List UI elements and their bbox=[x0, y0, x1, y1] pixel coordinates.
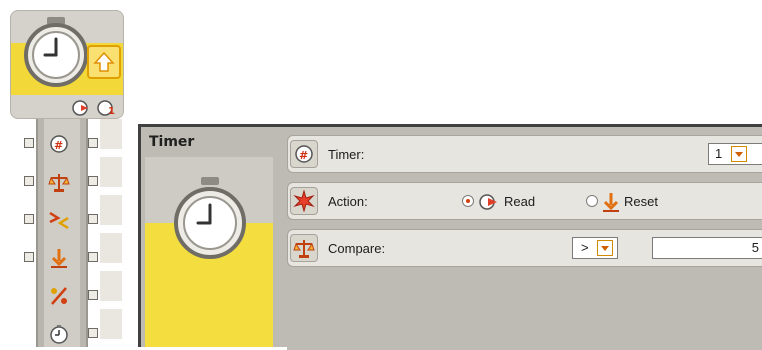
compare-scale-icon bbox=[290, 234, 318, 262]
timer-value: 1 bbox=[715, 146, 723, 161]
stopwatch-icon bbox=[174, 177, 246, 259]
timer-value-icon bbox=[50, 325, 68, 344]
block-bottom-icons: 1 bbox=[72, 100, 115, 117]
output-plug[interactable] bbox=[88, 138, 98, 148]
svg-text:1: 1 bbox=[108, 106, 115, 117]
plug-row-timer[interactable]: # bbox=[16, 129, 120, 159]
output-plug[interactable] bbox=[88, 176, 98, 186]
operator-dropdown-button[interactable] bbox=[597, 240, 613, 256]
timer-config-panel: Timer # Timer: 1 Action: Read Reset Comp… bbox=[138, 124, 762, 350]
plug-row-reset[interactable] bbox=[16, 243, 120, 273]
timer-read-icon bbox=[72, 100, 88, 116]
compare-scale-icon bbox=[48, 174, 70, 192]
block-preview bbox=[145, 157, 281, 347]
output-plug[interactable] bbox=[88, 328, 98, 338]
input-plug[interactable] bbox=[24, 214, 34, 224]
input-plug[interactable] bbox=[24, 176, 34, 186]
timer-sensor-block[interactable]: 1 bbox=[10, 10, 124, 119]
input-plug[interactable] bbox=[24, 138, 34, 148]
compare-setting-row: Compare: > 5 bbox=[287, 229, 762, 267]
compare-value: 5 bbox=[751, 240, 759, 255]
compare-operator-value: > bbox=[581, 240, 589, 255]
reset-radio[interactable] bbox=[586, 195, 598, 207]
action-label: Action: bbox=[328, 194, 368, 209]
plug-row-logic[interactable] bbox=[16, 281, 120, 311]
timer-dropdown-button[interactable] bbox=[731, 146, 747, 162]
output-plug[interactable] bbox=[88, 290, 98, 300]
action-star-icon bbox=[290, 187, 318, 215]
timer-label: Timer: bbox=[328, 147, 365, 162]
timer-select[interactable]: 1 bbox=[708, 143, 762, 165]
percent-logic-icon bbox=[51, 287, 67, 305]
output-arrow-icon bbox=[87, 45, 121, 79]
reset-arrow-icon bbox=[51, 249, 67, 268]
read-option-label[interactable]: Read bbox=[504, 194, 535, 209]
compare-value-input[interactable]: 5 bbox=[652, 237, 762, 259]
plug-row-value[interactable] bbox=[16, 319, 120, 349]
read-radio[interactable] bbox=[462, 195, 474, 207]
input-plug[interactable] bbox=[24, 252, 34, 262]
svg-text:#: # bbox=[299, 149, 308, 162]
svg-text:#: # bbox=[54, 139, 63, 152]
timer-read-icon bbox=[479, 194, 497, 210]
reset-option-label[interactable]: Reset bbox=[624, 194, 658, 209]
compare-label: Compare: bbox=[328, 241, 386, 256]
reset-arrow-icon bbox=[603, 193, 619, 212]
panel-title: Timer bbox=[149, 134, 195, 150]
output-plug[interactable] bbox=[88, 252, 98, 262]
stopwatch-icon bbox=[24, 17, 88, 87]
action-setting-row: Action: Read Reset bbox=[287, 182, 762, 220]
data-plug-strip: # bbox=[10, 119, 122, 347]
output-plug[interactable] bbox=[88, 214, 98, 224]
panel-empty-area bbox=[287, 290, 762, 350]
plug-row-greater-less[interactable] bbox=[16, 205, 120, 235]
greater-less-icon bbox=[49, 211, 69, 230]
timer-number-icon: # bbox=[50, 135, 68, 153]
timer-setting-row: # Timer: 1 bbox=[287, 135, 762, 173]
timer-number-icon: 1 bbox=[97, 100, 115, 117]
plug-row-compare[interactable] bbox=[16, 167, 120, 197]
compare-operator-select[interactable]: > bbox=[572, 237, 618, 259]
timer-number-icon: # bbox=[290, 140, 318, 168]
